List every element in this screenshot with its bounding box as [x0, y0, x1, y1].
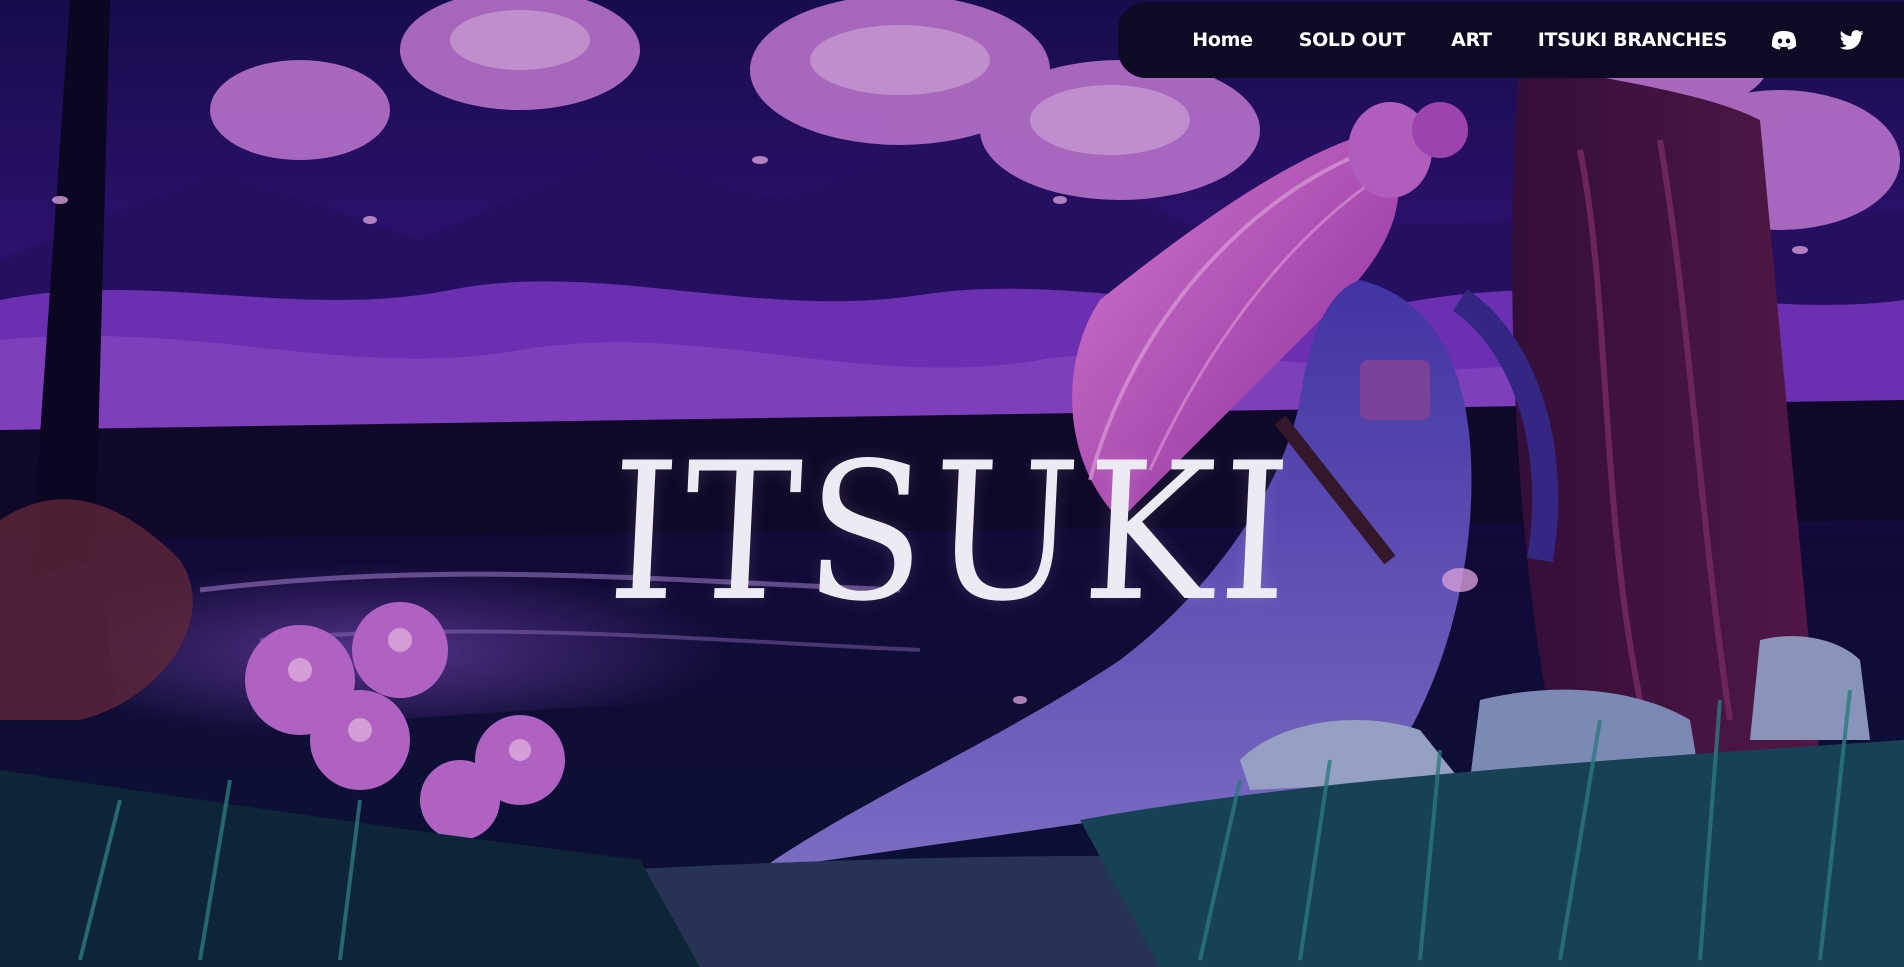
top-navigation: Home SOLD OUT ART ITSUKI BRANCHES [1118, 2, 1904, 78]
site-title: ITSUKI [603, 422, 1301, 643]
hero-section: Home SOLD OUT ART ITSUKI BRANCHES ITSUKI [0, 0, 1904, 967]
nav-itsuki-branches-link[interactable]: ITSUKI BRANCHES [1538, 29, 1728, 51]
discord-icon[interactable] [1770, 26, 1798, 54]
twitter-icon[interactable] [1838, 26, 1866, 54]
nav-home-link[interactable]: Home [1192, 29, 1253, 51]
nav-art-link[interactable]: ART [1451, 29, 1492, 51]
nav-sold-out-link[interactable]: SOLD OUT [1299, 29, 1406, 51]
